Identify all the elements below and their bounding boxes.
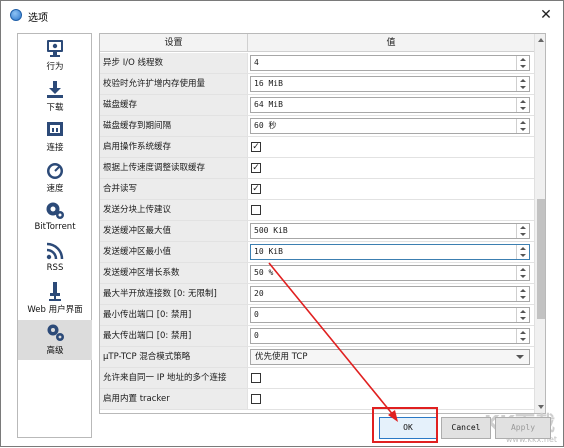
- annotation-arrow: [268, 262, 398, 422]
- options-dialog: 选项 ✕ 行为 下载 连接 速度 BitTorrent RSS Web 用户界面 高级 设置 …: [0, 0, 564, 447]
